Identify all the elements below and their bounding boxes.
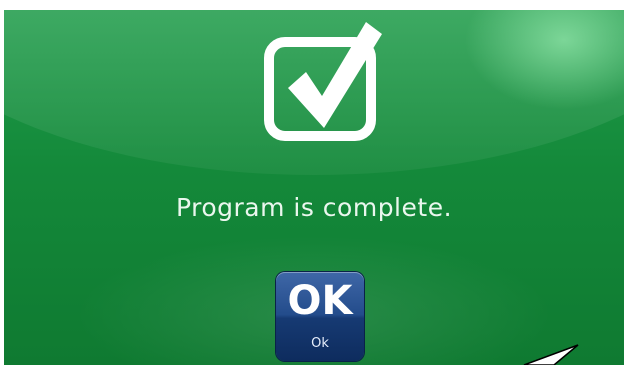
- ok-button[interactable]: OK Ok: [276, 272, 364, 361]
- completion-message: Program is complete.: [175, 193, 453, 222]
- ok-button-label: OK: [287, 278, 353, 324]
- ok-button-caption: Ok: [311, 336, 329, 351]
- completion-screen: Program is complete. OK Ok: [4, 10, 624, 365]
- checkbox-checked-icon: [264, 22, 382, 141]
- pointer-arrow-icon: [523, 344, 579, 365]
